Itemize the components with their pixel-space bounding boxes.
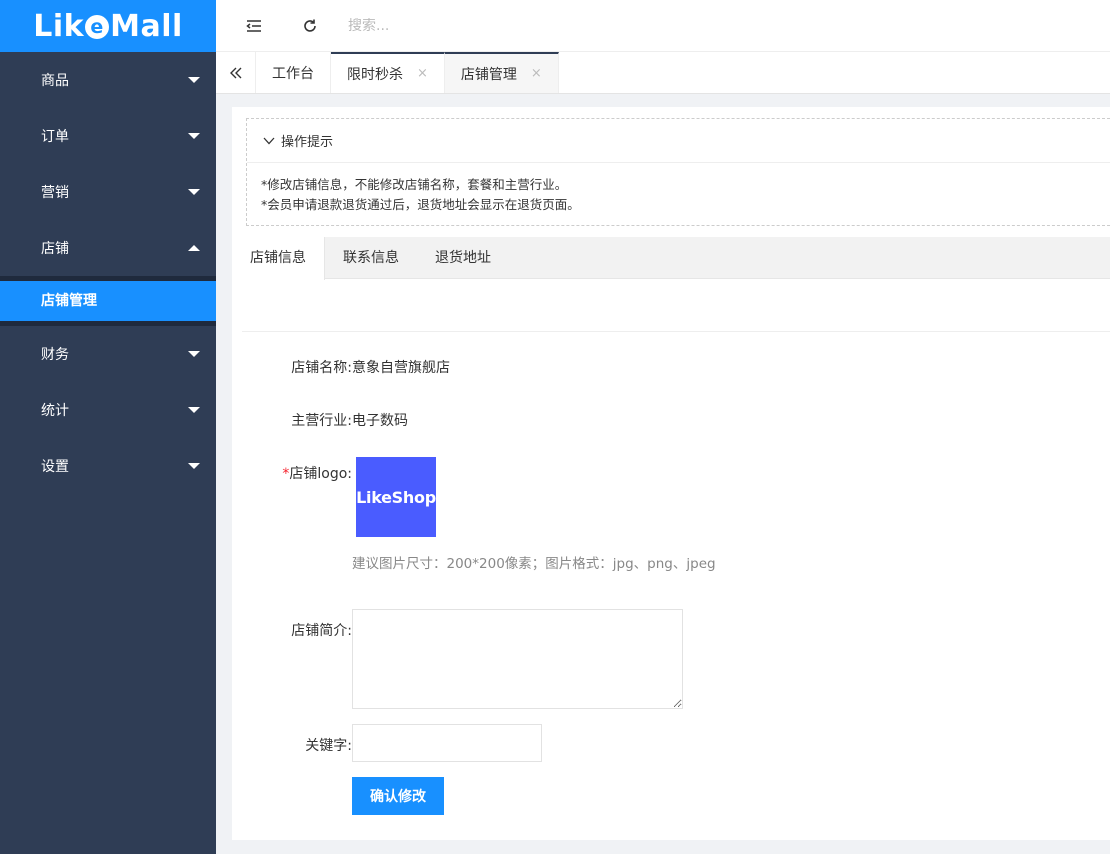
industry-value: 电子数码 bbox=[352, 413, 408, 429]
store-intro-textarea[interactable] bbox=[352, 609, 683, 709]
tips-body: *修改店铺信息，不能修改店铺名称，套餐和主营行业。 *会员申请退款退货通过后，退… bbox=[247, 163, 1110, 215]
keyword-label: 关键字: bbox=[305, 738, 352, 754]
close-icon[interactable]: × bbox=[531, 66, 542, 81]
menu-item-label: 营销 bbox=[41, 185, 69, 201]
top-bar bbox=[216, 0, 1110, 52]
caret-down-icon bbox=[188, 77, 200, 83]
caret-down-icon bbox=[188, 407, 200, 413]
sidebar: Lik e Mall 商品 订单 营销 店铺 店铺管理 财务 统计 设置 bbox=[0, 0, 216, 854]
menu-item-label: 商品 bbox=[41, 73, 69, 89]
tips-header[interactable]: 操作提示 bbox=[247, 119, 1110, 163]
store-logo-upload[interactable]: LikeShop bbox=[356, 457, 436, 537]
tab-store-management[interactable]: 店铺管理 × bbox=[444, 52, 559, 93]
caret-up-icon bbox=[188, 245, 200, 251]
refresh-icon[interactable] bbox=[290, 18, 330, 34]
caret-down-icon bbox=[188, 463, 200, 469]
store-intro-label: 店铺简介: bbox=[291, 623, 352, 639]
menu-item-orders[interactable]: 订单 bbox=[0, 108, 216, 164]
tab-flash-sale[interactable]: 限时秒杀 × bbox=[331, 52, 445, 93]
tips-title: 操作提示 bbox=[281, 135, 334, 150]
industry-label: 主营行业: bbox=[291, 413, 352, 429]
menu-item-label: 店铺 bbox=[41, 241, 69, 257]
tab-contact-info[interactable]: 联系信息 bbox=[325, 237, 417, 279]
caret-down-icon bbox=[188, 189, 200, 195]
menu-item-label: 设置 bbox=[41, 459, 69, 475]
tab-label: 工作台 bbox=[272, 65, 314, 82]
confirm-edit-button[interactable]: 确认修改 bbox=[352, 777, 444, 815]
search-input[interactable] bbox=[348, 17, 648, 34]
menu-item-finance[interactable]: 财务 bbox=[0, 326, 216, 382]
tab-workbench[interactable]: 工作台 bbox=[256, 52, 331, 93]
tab-return-address[interactable]: 退货地址 bbox=[417, 237, 509, 279]
menu-item-goods[interactable]: 商品 bbox=[0, 52, 216, 108]
submenu-item-store-management[interactable]: 店铺管理 bbox=[0, 281, 216, 321]
logo-text: Lik e Mall bbox=[33, 8, 183, 44]
store-name-value: 意象自营旗舰店 bbox=[352, 360, 450, 376]
collapse-sidebar-icon[interactable] bbox=[234, 19, 274, 33]
tips-line: *修改店铺信息，不能修改店铺名称，套餐和主营行业。 bbox=[261, 177, 568, 192]
divider bbox=[242, 331, 1110, 332]
menu-item-settings[interactable]: 设置 bbox=[0, 438, 216, 494]
menu-item-marketing[interactable]: 营销 bbox=[0, 164, 216, 220]
store-logo-label: *店铺logo: bbox=[282, 466, 352, 482]
content-card: 操作提示 *修改店铺信息，不能修改店铺名称，套餐和主营行业。 *会员申请退款退货… bbox=[232, 107, 1110, 840]
keyword-input[interactable] bbox=[352, 724, 542, 762]
logo-hint: 建议图片尺寸：200*200像素；图片格式：jpg、png、jpeg bbox=[352, 556, 716, 572]
menu-item-store[interactable]: 店铺 bbox=[0, 220, 216, 276]
tips-line: *会员申请退款退货通过后，退货地址会显示在退货页面。 bbox=[261, 197, 580, 212]
page-tabs: 工作台 限时秒杀 × 店铺管理 × bbox=[216, 52, 1110, 94]
store-name-label: 店铺名称: bbox=[291, 360, 352, 376]
caret-down-icon bbox=[188, 351, 200, 357]
menu-item-label: 财务 bbox=[41, 347, 69, 363]
tab-store-info[interactable]: 店铺信息 bbox=[232, 237, 325, 280]
close-icon[interactable]: × bbox=[417, 66, 428, 81]
menu-item-label: 统计 bbox=[41, 403, 69, 419]
tab-label: 限时秒杀 bbox=[347, 66, 403, 83]
operation-tips: 操作提示 *修改店铺信息，不能修改店铺名称，套餐和主营行业。 *会员申请退款退货… bbox=[246, 118, 1110, 226]
menu-item-label: 订单 bbox=[41, 129, 69, 145]
chevron-down-icon bbox=[263, 137, 275, 144]
caret-down-icon bbox=[188, 133, 200, 139]
store-submenu: 店铺管理 bbox=[0, 276, 216, 326]
tab-label: 店铺管理 bbox=[460, 66, 517, 83]
info-tabs: 店铺信息 联系信息 退货地址 bbox=[232, 237, 1110, 280]
double-chevron-left-icon[interactable] bbox=[216, 52, 256, 93]
store-logo-text: LikeShop bbox=[356, 487, 436, 507]
app-logo[interactable]: Lik e Mall bbox=[0, 0, 216, 52]
menu-item-statistics[interactable]: 统计 bbox=[0, 382, 216, 438]
